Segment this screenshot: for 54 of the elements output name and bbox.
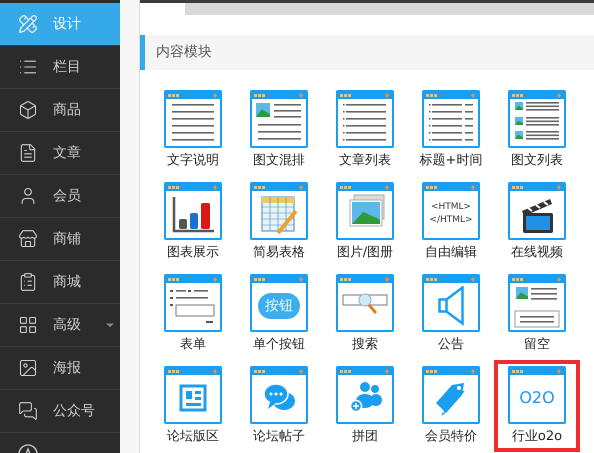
module-button[interactable]: 留空	[494, 268, 580, 360]
module-button[interactable]: 表单	[150, 268, 236, 360]
module-button[interactable]: 文字说明	[150, 84, 236, 176]
section-title: 内容模块	[156, 43, 212, 62]
module-button[interactable]: 图片/图册	[322, 176, 408, 268]
window-bar-icon	[510, 184, 564, 191]
clipboard-icon	[18, 272, 38, 292]
module-button[interactable]: <HTML> </HTML> 自由编辑	[408, 176, 494, 268]
window-bar-icon	[338, 368, 392, 375]
module-button[interactable]: 图文列表	[494, 84, 580, 176]
window-bar-icon	[424, 92, 478, 99]
document-icon	[18, 143, 38, 163]
html-tag-text: <HTML>	[430, 201, 472, 214]
window-bar-icon	[424, 368, 478, 375]
window-bar-icon	[510, 368, 564, 375]
window-bar-icon	[510, 276, 564, 283]
module-button[interactable]: 会员特价	[408, 360, 494, 452]
window-bar-icon	[338, 92, 392, 99]
window-bar-icon	[338, 276, 392, 283]
html-tag-text: </HTML>	[429, 214, 473, 227]
ruler-pencil-icon	[18, 14, 38, 34]
megaphone-icon	[438, 286, 464, 326]
module-button[interactable]: 搜索	[322, 268, 408, 360]
module-button[interactable]: 标题+时间	[408, 84, 494, 176]
module-button[interactable]: 按钮 单个按钮	[236, 268, 322, 360]
module-button[interactable]: 简易表格	[236, 176, 322, 268]
picture-icon	[18, 358, 38, 378]
module-button[interactable]: O2O 行业o2o	[494, 360, 580, 452]
module-button[interactable]: 图表展示	[150, 176, 236, 268]
window-bar-icon	[510, 92, 564, 99]
window-bar-icon	[166, 184, 220, 191]
module-button[interactable]: 拼团	[322, 360, 408, 452]
module-button[interactable]: 公告	[408, 268, 494, 360]
window-bar-icon	[166, 368, 220, 375]
o2o-logo-text: O2O	[519, 387, 555, 409]
module-button[interactable]: 论坛帖子	[236, 360, 322, 452]
window-bar-icon	[252, 92, 306, 99]
window-bar-icon	[424, 276, 478, 283]
box-icon	[18, 100, 38, 120]
window-bar-icon	[252, 276, 306, 283]
grid-icon	[18, 315, 38, 335]
module-button[interactable]: 论坛版区	[150, 360, 236, 452]
window-bar-icon	[424, 184, 478, 191]
window-bar-icon	[166, 276, 220, 283]
window-bar-icon	[166, 92, 220, 99]
window-bar-icon	[252, 184, 306, 191]
module-button[interactable]: 文章列表	[322, 84, 408, 176]
chat-bubbles-icon	[18, 401, 38, 421]
module-button[interactable]: 在线视频	[494, 176, 580, 268]
module-button[interactable]: 图文混排	[236, 84, 322, 176]
store-icon	[18, 229, 38, 249]
window-bar-icon	[338, 184, 392, 191]
window-bar-icon	[252, 368, 306, 375]
button-picture: 按钮	[258, 293, 300, 319]
